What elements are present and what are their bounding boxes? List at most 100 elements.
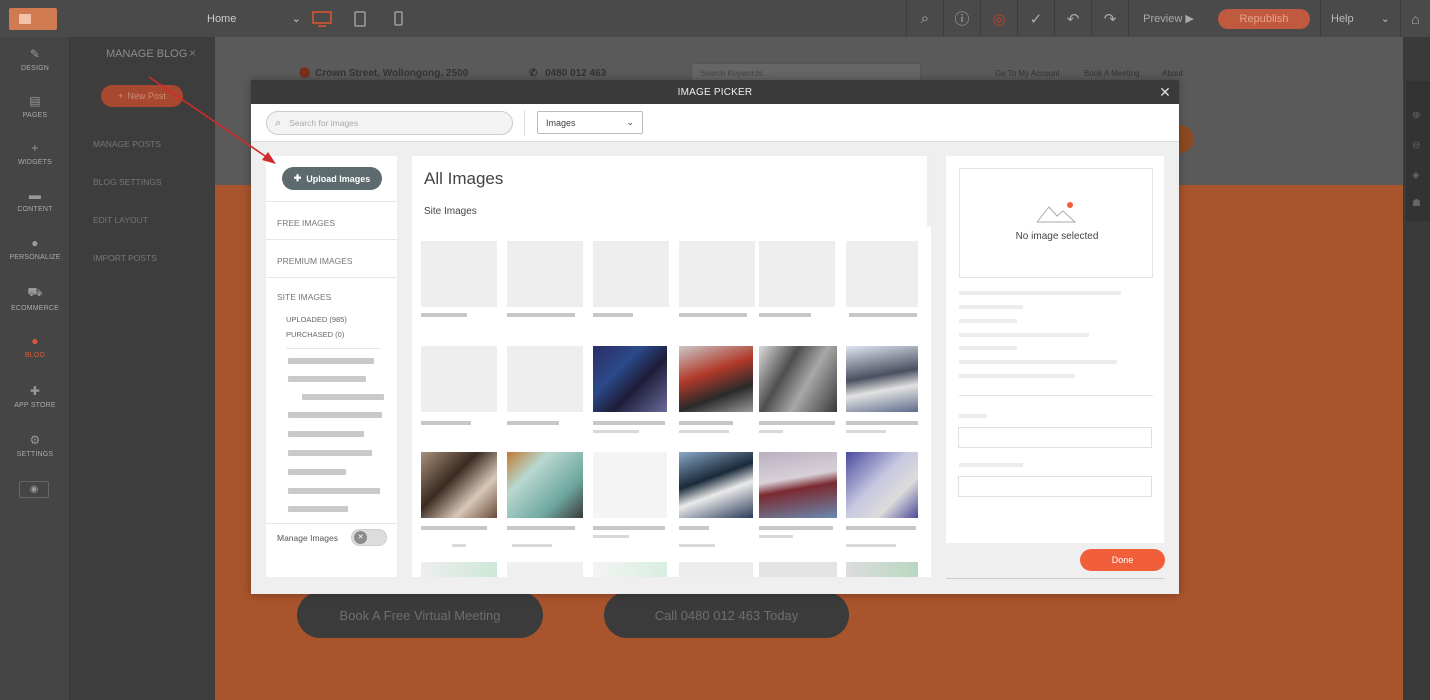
puzzle-icon: ✚ (29, 384, 41, 398)
title-field[interactable] (958, 476, 1152, 497)
image-caption (593, 526, 665, 530)
redo-icon[interactable]: ↷ (1091, 0, 1128, 37)
undo-icon[interactable]: ↶ (1054, 0, 1091, 37)
manage-posts-link[interactable]: MANAGE POSTS (93, 139, 161, 149)
image-thumbnail[interactable] (759, 452, 837, 518)
image-thumbnail[interactable] (846, 562, 918, 577)
nav-settings[interactable]: ⚙ SETTINGS (0, 433, 70, 458)
image-thumbnail[interactable] (507, 241, 583, 307)
image-thumbnail[interactable] (507, 346, 583, 412)
nav-app-store[interactable]: ✚ APP STORE (0, 384, 70, 409)
image-thumbnail[interactable] (507, 452, 583, 518)
preview-button[interactable]: Preview ▶ (1128, 0, 1208, 37)
site-images-link[interactable]: SITE IMAGES (277, 292, 331, 302)
folder-item[interactable] (288, 450, 372, 456)
upload-images-button[interactable]: ✚ Upload Images (282, 167, 382, 190)
image-thumbnail[interactable] (593, 346, 667, 412)
image-caption (421, 421, 471, 425)
image-thumbnail[interactable] (846, 241, 918, 307)
blog-settings-link[interactable]: BLOG SETTINGS (93, 177, 162, 187)
image-caption (849, 313, 917, 317)
plus-icon: ✚ (293, 173, 302, 183)
image-search-input[interactable]: ⌕ Search for images (266, 111, 513, 135)
image-thumbnail[interactable] (846, 346, 918, 412)
image-thumbnail[interactable] (759, 241, 835, 307)
desktop-view-icon[interactable] (303, 0, 341, 37)
close-icon[interactable]: ✕ (1159, 84, 1171, 101)
image-thumbnail[interactable] (593, 562, 667, 577)
uploaded-folder[interactable]: UPLOADED (985) (286, 315, 347, 324)
free-images-link[interactable]: FREE IMAGES (277, 218, 335, 228)
search-icon[interactable]: ⌕ (906, 0, 943, 37)
folder-item[interactable] (288, 358, 374, 364)
nav-ecommerce[interactable]: ⛟ ECOMMERCE (0, 285, 70, 312)
detail-line (959, 305, 1023, 309)
tablet-view-icon[interactable] (341, 0, 379, 37)
zoom-out-icon[interactable]: ⊖ (1412, 140, 1420, 151)
nav-content[interactable]: ▬ CONTENT (0, 188, 70, 213)
image-thumbnail[interactable] (421, 562, 497, 577)
image-thumbnail[interactable] (679, 452, 753, 518)
site-link-about[interactable]: About (1162, 69, 1183, 78)
image-thumbnail[interactable] (593, 241, 669, 307)
premium-images-link[interactable]: PREMIUM IMAGES (277, 256, 353, 266)
scrollbar[interactable] (927, 156, 931, 226)
home-icon[interactable]: ⌂ (1400, 0, 1430, 37)
image-thumbnail[interactable] (679, 241, 755, 307)
mobile-view-icon[interactable] (379, 0, 417, 37)
nav-pages[interactable]: ▤ PAGES (0, 94, 70, 119)
nav-personalize[interactable]: ● PERSONALIZE (0, 236, 70, 261)
done-button[interactable]: Done (1080, 549, 1165, 571)
folder-item[interactable] (288, 488, 380, 494)
call-button[interactable]: Call 0480 012 463 Today (604, 592, 849, 638)
close-icon[interactable]: × (189, 46, 196, 60)
divider (266, 523, 397, 524)
image-type-select[interactable]: Images ⌄ (537, 111, 643, 134)
folder-item[interactable] (288, 431, 364, 437)
nav-design[interactable]: ✎ DESIGN (0, 47, 70, 72)
image-picker-modal: IMAGE PICKER ✕ ⌕ Search for images Image… (251, 80, 1179, 594)
image-thumbnail[interactable] (846, 452, 918, 518)
zoom-in-icon[interactable]: ⊕ (1412, 110, 1420, 121)
chevron-down-icon: ⌄ (291, 13, 301, 25)
image-caption (846, 544, 896, 547)
image-thumbnail[interactable] (759, 562, 837, 577)
nav-widgets[interactable]: + WIDGETS (0, 141, 70, 166)
image-thumbnail[interactable] (421, 452, 497, 518)
image-thumbnail[interactable] (421, 346, 497, 412)
nav-blog[interactable]: ● BLOG (0, 334, 70, 359)
site-link-meeting[interactable]: Book A Meeting (1084, 69, 1140, 78)
checkmark-icon[interactable]: ✓ (1017, 0, 1054, 37)
eye-icon[interactable]: ◉ (19, 481, 49, 498)
folder-item[interactable] (302, 394, 384, 400)
image-thumbnail[interactable] (421, 241, 497, 307)
image-thumbnail[interactable] (759, 346, 837, 412)
alt-text-field[interactable] (958, 427, 1152, 448)
import-posts-link[interactable]: IMPORT POSTS (93, 253, 157, 263)
circle-target-icon[interactable]: ◎ (980, 0, 1017, 37)
page-selector[interactable]: Home ⌄ (207, 12, 301, 26)
site-link-account[interactable]: Go To My Account (995, 69, 1060, 78)
image-thumbnail[interactable] (507, 562, 583, 577)
image-caption (507, 421, 559, 425)
new-post-button[interactable]: + New Post (101, 85, 183, 107)
purchased-folder[interactable]: PURCHASED (0) (286, 330, 344, 339)
folder-item[interactable] (288, 469, 346, 475)
folder-item[interactable] (288, 376, 366, 382)
image-thumbnail[interactable] (593, 452, 667, 518)
republish-button[interactable]: Republish (1218, 8, 1310, 29)
manage-images-toggle[interactable] (351, 529, 387, 546)
folder-item[interactable] (288, 506, 348, 512)
toolbar-divider (524, 110, 525, 136)
folder-item[interactable] (288, 412, 382, 418)
layers-icon[interactable]: ◈ (1412, 170, 1420, 181)
detail-line (959, 360, 1117, 364)
book-meeting-button[interactable]: Book A Free Virtual Meeting (297, 592, 543, 638)
image-thumbnail[interactable] (679, 346, 753, 412)
edit-layout-link[interactable]: EDIT LAYOUT (93, 215, 148, 225)
help-menu[interactable]: Help ⌄ (1320, 0, 1400, 37)
info-icon[interactable]: ⓘ (943, 0, 980, 37)
users-icon[interactable]: ☗ (1412, 198, 1421, 209)
image-thumbnail[interactable] (679, 562, 753, 577)
brand-logo[interactable] (9, 7, 57, 30)
